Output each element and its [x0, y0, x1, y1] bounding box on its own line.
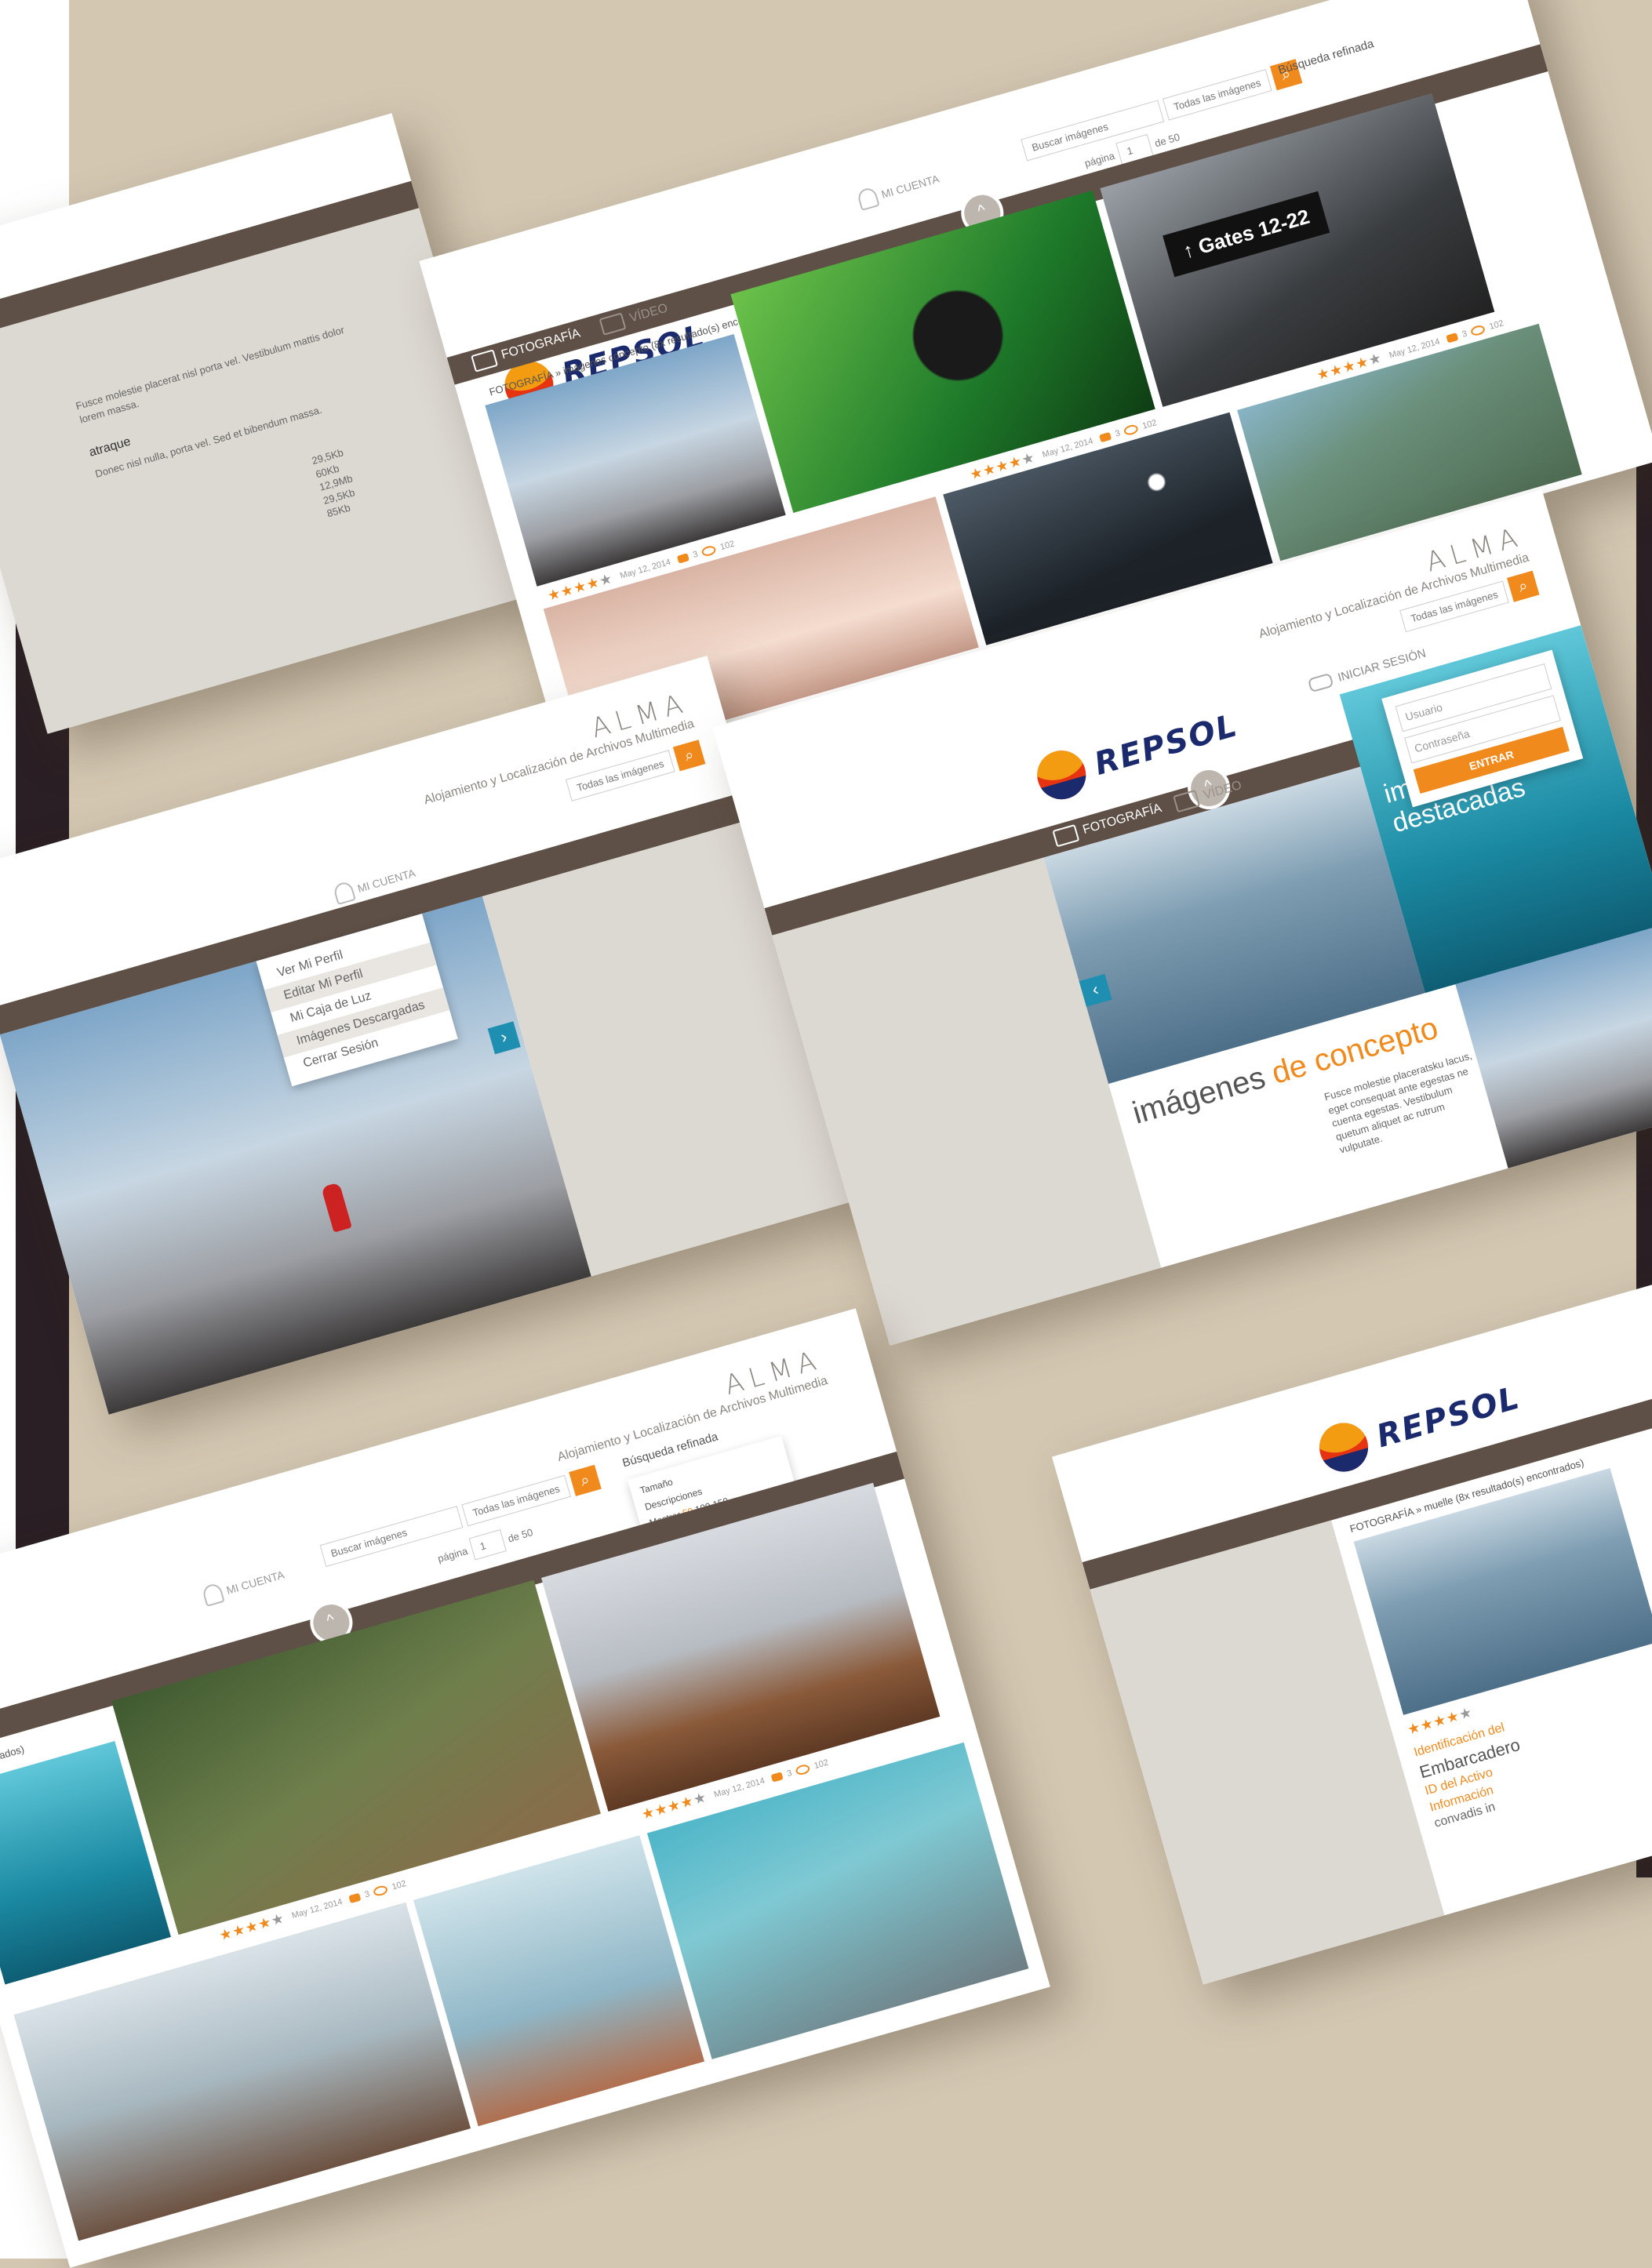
panel-detail-text: Fusce molestie placerat nisl porta vel. …: [0, 113, 530, 734]
view-count: 102: [391, 1878, 408, 1892]
comment-count: 3: [363, 1888, 371, 1899]
user-icon: [332, 880, 356, 906]
repsol-logo-mark: [1313, 1417, 1374, 1477]
view-count: 102: [1141, 417, 1158, 431]
asset-info: Identificación del Embarcadero ID del Ac…: [1412, 1681, 1652, 1833]
eye-icon: [1123, 423, 1140, 436]
comment-count: 3: [691, 549, 700, 560]
comment-count: 3: [785, 1768, 793, 1779]
search-icon[interactable]: ⌕: [1507, 570, 1540, 602]
comment-icon: [676, 552, 690, 564]
comment-icon: [1446, 332, 1459, 343]
key-icon: [1307, 672, 1334, 693]
page-total: de 50: [506, 1526, 535, 1545]
search-icon[interactable]: ⌕: [672, 740, 706, 772]
gate-signage: ↑ Gates 12-22: [1163, 191, 1330, 278]
panel-asset-detail: REPSOL FOTOGRAFÍA VÍDEO FOTOGRAFÍA » mue…: [1051, 1262, 1652, 1985]
asset-preview-image[interactable]: [1353, 1468, 1652, 1715]
thumbnail-rusty-boat[interactable]: [541, 1482, 941, 1812]
panel-gallery-bottom: ALMA Alojamiento y Localización de Archi…: [0, 1308, 1050, 2268]
search-scope-select[interactable]: Todas las imágenes: [461, 1474, 571, 1526]
hiker-figure: [321, 1182, 352, 1233]
comment-count: 3: [1461, 329, 1468, 340]
view-count: 102: [1488, 318, 1505, 332]
eye-icon: [1470, 323, 1486, 337]
my-account-label: MI CUENTA: [224, 1568, 286, 1597]
eye-icon: [373, 1884, 389, 1897]
page-input[interactable]: 1: [468, 1529, 507, 1561]
comment-count: 3: [1114, 427, 1122, 439]
user-icon: [201, 1582, 225, 1607]
repsol-logo-mark: [1031, 744, 1092, 805]
search-icon[interactable]: ⌕: [569, 1464, 602, 1496]
comment-icon: [770, 1771, 784, 1783]
view-count: 102: [719, 538, 736, 552]
eye-icon: [700, 543, 718, 558]
comment-icon: [1099, 431, 1112, 442]
alma-brand: ALMA Alojamiento y Localización de Archi…: [414, 687, 697, 808]
gate-signage-text: Gates 12-22: [1195, 204, 1312, 259]
view-count: 102: [813, 1757, 830, 1771]
my-account-link[interactable]: MI CUENTA: [201, 1565, 287, 1607]
eye-icon: [795, 1762, 811, 1776]
page-total: de 50: [1153, 130, 1181, 150]
page-label: página: [436, 1544, 469, 1565]
comment-icon: [348, 1892, 362, 1903]
